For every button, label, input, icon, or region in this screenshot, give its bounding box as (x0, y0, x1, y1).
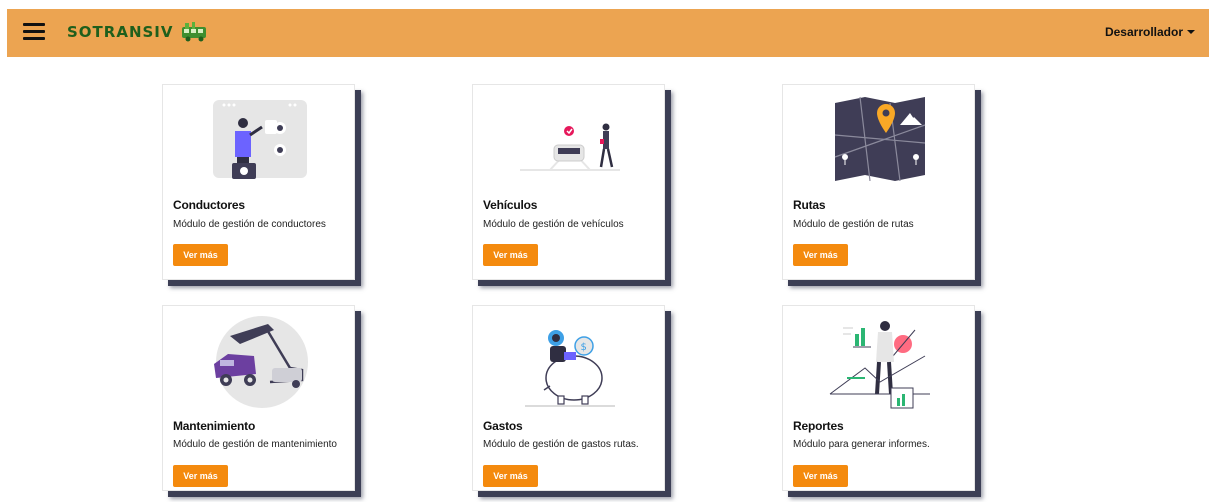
ver-mas-button-mantenimiento[interactable]: Ver más (173, 465, 228, 487)
drivers-illustration-svg (212, 100, 307, 179)
routes-map-illustration-svg (834, 96, 925, 181)
expenses-piggybank-illustration-svg: $ (524, 330, 615, 407)
card-title: Reportes (793, 419, 844, 433)
card-title: Gastos (483, 419, 523, 433)
svg-text:$: $ (580, 342, 586, 353)
card-title: Conductores (173, 198, 245, 212)
ver-mas-button-rutas[interactable]: Ver más (793, 244, 848, 266)
module-card-vehiculos: Vehículos Módulo de gestión de vehículos… (472, 84, 665, 280)
hamburger-menu-icon[interactable] (23, 23, 45, 41)
user-menu-label: Desarrollador (1104, 25, 1183, 39)
ver-mas-button-reportes[interactable]: Ver más (793, 465, 848, 487)
brand-name: SOTRANSIV (67, 23, 174, 41)
reports-illustration-svg (829, 321, 930, 409)
vehicles-illustration-svg (519, 123, 620, 171)
module-card-conductores: Conductores Módulo de gestión de conduct… (162, 84, 355, 280)
card-description: Módulo de gestión de conductores (173, 219, 326, 230)
maintenance-illustration-svg (213, 316, 308, 408)
vehicles-illustration (473, 95, 666, 185)
card-title: Mantenimiento (173, 419, 256, 433)
reports-illustration (783, 316, 976, 409)
routes-map-illustration (783, 95, 976, 185)
card-description: Módulo de gestión de vehículos (483, 219, 624, 230)
user-menu-dropdown[interactable]: Desarrollador (1105, 25, 1195, 39)
card-title: Vehículos (483, 198, 538, 212)
caret-down-icon (1187, 30, 1195, 34)
module-card-mantenimiento: Mantenimiento Módulo de gestión de mante… (162, 305, 355, 491)
brand[interactable]: SOTRANSIV (67, 21, 210, 43)
card-description: Módulo de gestión de rutas (793, 219, 914, 230)
bus-icon (181, 22, 206, 42)
card-description: Módulo para generar informes. (793, 439, 930, 450)
top-navbar: SOTRANSIV Desarrollador (7, 9, 1209, 57)
module-card-gastos: $ Gastos Módulo de gestión de gastos rut… (472, 305, 665, 491)
card-description: Módulo de gestión de mantenimiento (173, 439, 337, 450)
ver-mas-button-gastos[interactable]: Ver más (483, 465, 538, 487)
ver-mas-button-vehiculos[interactable]: Ver más (483, 244, 538, 266)
expenses-piggybank-illustration: $ (473, 316, 666, 407)
maintenance-illustration (163, 316, 356, 408)
ver-mas-button-conductores[interactable]: Ver más (173, 244, 228, 266)
drivers-illustration (163, 95, 356, 185)
card-description: Módulo de gestión de gastos rutas. (483, 439, 639, 450)
card-title: Rutas (793, 198, 826, 212)
module-card-rutas: Rutas Módulo de gestión de rutas Ver más (782, 84, 975, 280)
module-card-reportes: Reportes Módulo para generar informes. V… (782, 305, 975, 491)
